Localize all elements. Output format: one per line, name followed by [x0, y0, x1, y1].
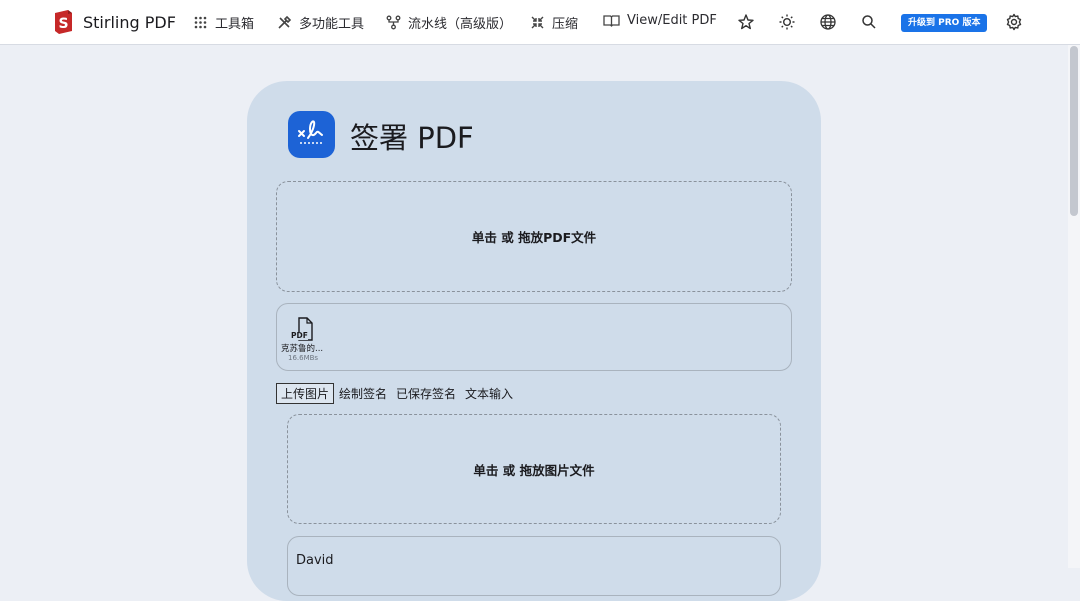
sign-pdf-card: 签署 PDF 单击 或 拖放PDF文件 PDF 克苏鲁的... 16.6MBs … — [247, 81, 821, 601]
signature-text-value: David — [296, 553, 334, 568]
globe-icon[interactable] — [819, 13, 837, 31]
page-title: 签署 PDF — [350, 121, 474, 155]
tab-upload-image[interactable]: 上传图片 — [276, 383, 335, 404]
file-type-badge: PDF — [291, 331, 308, 340]
image-dropzone-label: 单击 或 拖放图片文件 — [473, 462, 595, 478]
tools-icon — [278, 15, 292, 29]
nav-toolbox[interactable]: 工具箱 — [193, 13, 254, 32]
file-size: 16.6MBs — [288, 354, 319, 362]
nav-pipeline-label: 流水线（高级版） — [408, 17, 513, 32]
nav-pipeline[interactable]: 流水线（高级版） — [386, 13, 512, 32]
brand-name: Stirling PDF — [83, 12, 176, 32]
scrollbar-thumb[interactable] — [1070, 46, 1078, 216]
book-icon — [603, 15, 620, 27]
search-icon[interactable] — [860, 13, 878, 31]
image-dropzone[interactable]: 单击 或 拖放图片文件 — [287, 414, 781, 524]
tab-text-input[interactable]: 文本输入 — [461, 384, 517, 403]
brand-link[interactable]: S Stirling PDF — [53, 9, 176, 35]
pdf-dropzone-label: 单击 或 拖放PDF文件 — [471, 230, 597, 245]
nav-multi-tool-label: 多功能工具 — [299, 17, 365, 32]
pipeline-icon — [386, 15, 401, 30]
pdf-dropzone[interactable]: 单击 或 拖放PDF文件 — [276, 181, 792, 292]
upgrade-pro-button[interactable]: 升级到 PRO 版本 — [901, 14, 988, 32]
signature-text-field[interactable]: David — [287, 536, 781, 596]
theme-icon[interactable] — [778, 13, 796, 31]
signature-mode-tabs: 上传图片 绘制签名 已保存签名 文本输入 — [276, 383, 518, 404]
tab-draw-signature[interactable]: 绘制签名 — [335, 384, 391, 403]
gear-icon[interactable] — [1005, 13, 1023, 31]
file-name: 克苏鲁的... — [281, 344, 324, 354]
star-icon[interactable] — [737, 13, 755, 31]
stirling-logo-icon: S — [55, 10, 72, 34]
svg-text:S: S — [58, 16, 68, 32]
nav-compress[interactable]: 压缩 — [530, 13, 578, 32]
selected-file-card[interactable]: PDF 克苏鲁的... 16.6MBs — [276, 303, 792, 371]
nav-multi-tool[interactable]: 多功能工具 — [277, 13, 364, 32]
compress-icon — [531, 16, 544, 29]
tab-saved-signatures[interactable]: 已保存签名 — [392, 384, 460, 403]
top-nav: S Stirling PDF 工具箱 多功能工具 流水线（高级版） 压缩 Vie… — [0, 0, 1080, 45]
grid-icon — [194, 16, 207, 29]
nav-view-edit[interactable]: View/Edit PDF — [603, 13, 717, 28]
signature-icon — [288, 111, 335, 158]
nav-toolbox-label: 工具箱 — [215, 17, 255, 32]
nav-compress-label: 压缩 — [552, 17, 579, 32]
nav-view-edit-label: View/Edit PDF — [627, 13, 717, 28]
